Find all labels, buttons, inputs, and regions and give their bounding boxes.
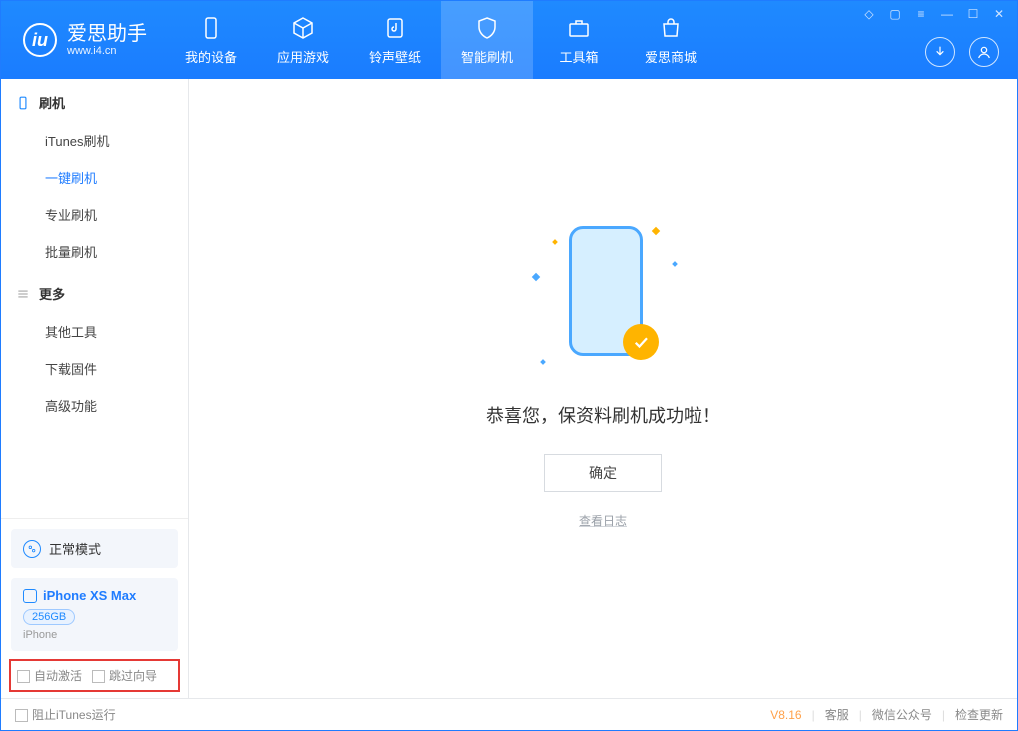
success-illustration — [523, 218, 683, 378]
sidebar-item-itunes-flash[interactable]: iTunes刷机 — [1, 122, 188, 159]
tab-label: 智能刷机 — [461, 47, 513, 66]
skip-guide-label: 跳过向导 — [109, 669, 157, 683]
storage-badge: 256GB — [23, 609, 75, 625]
tab-my-device[interactable]: 我的设备 — [165, 1, 257, 79]
block-itunes-label: 阻止iTunes运行 — [32, 708, 116, 722]
device-box[interactable]: iPhone XS Max 256GB iPhone — [11, 578, 178, 651]
music-file-icon — [382, 15, 408, 41]
phone-icon — [15, 95, 31, 111]
sidebar-item-pro-flash[interactable]: 专业刷机 — [1, 196, 188, 233]
tab-toolbox[interactable]: 工具箱 — [533, 1, 625, 79]
skip-guide-checkbox[interactable]: 跳过向导 — [92, 667, 157, 684]
bag-icon — [658, 15, 684, 41]
header-actions — [925, 37, 999, 67]
check-update-link[interactable]: 检查更新 — [955, 706, 1003, 723]
download-button[interactable] — [925, 37, 955, 67]
section-title: 更多 — [39, 284, 65, 303]
auto-activate-checkbox[interactable]: 自动激活 — [17, 667, 82, 684]
tab-label: 工具箱 — [559, 47, 598, 66]
logo: iu 爱思助手 www.i4.cn — [1, 23, 165, 57]
menu-icon[interactable]: ≡ — [913, 7, 929, 21]
device-name: iPhone XS Max — [43, 588, 136, 603]
device-type: iPhone — [23, 629, 166, 641]
tab-label: 我的设备 — [185, 47, 237, 66]
cube-icon — [290, 15, 316, 41]
block-itunes-checkbox[interactable]: 阻止iTunes运行 — [15, 706, 116, 723]
tab-label: 应用游戏 — [277, 47, 329, 66]
device-icon — [198, 15, 224, 41]
tab-ringtone-wallpaper[interactable]: 铃声壁纸 — [349, 1, 441, 79]
device-small-icon — [23, 589, 37, 603]
briefcase-icon — [566, 15, 592, 41]
minimize-icon[interactable]: — — [939, 7, 955, 21]
support-link[interactable]: 客服 — [825, 706, 849, 723]
section-flash: 刷机 — [1, 79, 188, 122]
sidebar: 刷机 iTunes刷机 一键刷机 专业刷机 批量刷机 更多 其他工具 下载固件 … — [1, 79, 189, 698]
mode-label: 正常模式 — [49, 539, 101, 558]
sidebar-item-download-firmware[interactable]: 下载固件 — [1, 350, 188, 387]
header: iu 爱思助手 www.i4.cn 我的设备 应用游戏 铃声壁纸 智能刷机 — [1, 1, 1017, 79]
app-window: iu 爱思助手 www.i4.cn 我的设备 应用游戏 铃声壁纸 智能刷机 — [0, 0, 1018, 731]
version: V8.16 — [770, 708, 801, 722]
tab-label: 铃声壁纸 — [369, 47, 421, 66]
mode-box[interactable]: 正常模式 — [11, 529, 178, 568]
close-icon[interactable]: ✕ — [991, 7, 1007, 21]
auto-activate-label: 自动激活 — [34, 669, 82, 683]
profile-button[interactable] — [969, 37, 999, 67]
options-highlight: 自动激活 跳过向导 — [9, 659, 180, 692]
ok-button[interactable]: 确定 — [544, 454, 662, 492]
check-icon — [623, 324, 659, 360]
logo-icon: iu — [23, 23, 57, 57]
window-controls: ◇ ▢ ≡ — ☐ ✕ — [861, 7, 1007, 21]
main-content: 恭喜您，保资料刷机成功啦！ 确定 查看日志 — [189, 79, 1017, 698]
top-tabs: 我的设备 应用游戏 铃声壁纸 智能刷机 工具箱 爱思商城 — [165, 1, 717, 79]
section-more: 更多 — [1, 270, 188, 313]
section-title: 刷机 — [39, 93, 65, 112]
tab-apps-games[interactable]: 应用游戏 — [257, 1, 349, 79]
tab-smart-flash[interactable]: 智能刷机 — [441, 1, 533, 79]
shield-icon — [474, 15, 500, 41]
maximize-icon[interactable]: ☐ — [965, 7, 981, 21]
app-name: 爱思助手 — [67, 23, 147, 45]
sidebar-bottom: 正常模式 iPhone XS Max 256GB iPhone 自动激活 跳过向… — [1, 518, 188, 698]
mode-icon — [23, 540, 41, 558]
wechat-link[interactable]: 微信公众号 — [872, 706, 932, 723]
shirt-icon[interactable]: ◇ — [861, 7, 877, 21]
app-site: www.i4.cn — [67, 45, 147, 57]
success-message: 恭喜您，保资料刷机成功啦！ — [486, 402, 720, 428]
tab-label: 爱思商城 — [645, 47, 697, 66]
sidebar-item-advanced[interactable]: 高级功能 — [1, 387, 188, 424]
tab-store[interactable]: 爱思商城 — [625, 1, 717, 79]
list-icon — [15, 286, 31, 302]
device-name-row: iPhone XS Max — [23, 588, 166, 603]
sidebar-item-oneclick-flash[interactable]: 一键刷机 — [1, 159, 188, 196]
footer: 阻止iTunes运行 V8.16 | 客服 | 微信公众号 | 检查更新 — [1, 698, 1017, 730]
sidebar-item-other-tools[interactable]: 其他工具 — [1, 313, 188, 350]
body: 刷机 iTunes刷机 一键刷机 专业刷机 批量刷机 更多 其他工具 下载固件 … — [1, 79, 1017, 698]
box-icon[interactable]: ▢ — [887, 7, 903, 21]
sidebar-item-batch-flash[interactable]: 批量刷机 — [1, 233, 188, 270]
view-log-link[interactable]: 查看日志 — [579, 512, 627, 529]
